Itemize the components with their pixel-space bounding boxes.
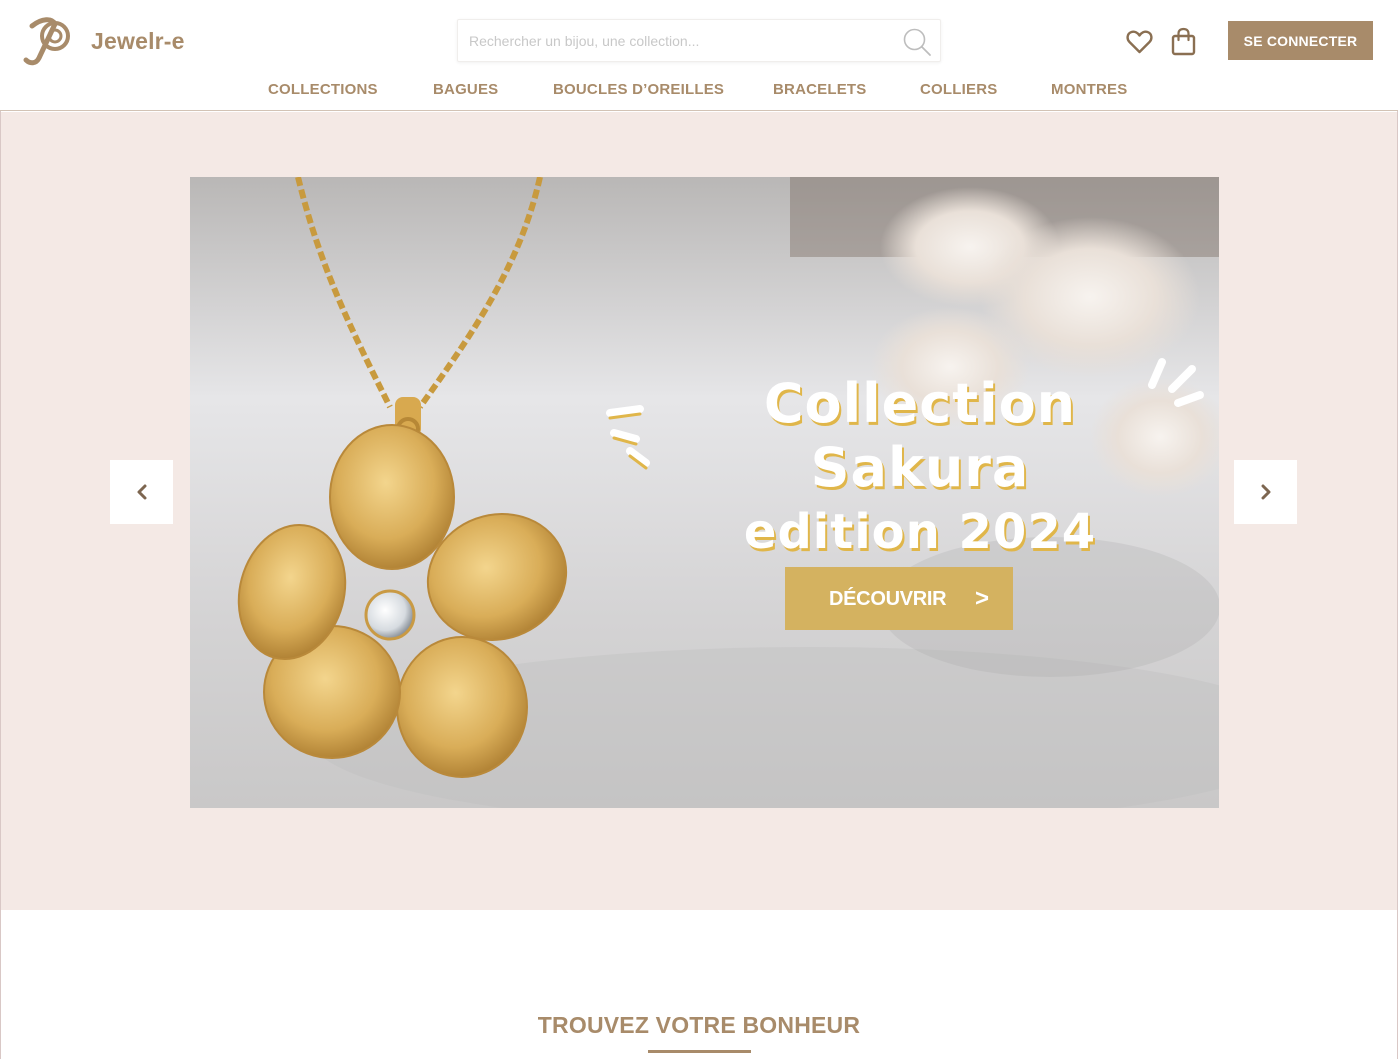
nav-item-boucles-doreilles[interactable]: BOUCLES D’OREILLES — [553, 81, 724, 98]
search-icon — [903, 28, 931, 56]
nav-item-collections[interactable]: COLLECTIONS — [268, 81, 378, 98]
discover-arrow-icon: > — [975, 585, 990, 612]
section-title: TROUVEZ VOTRE BONHEUR — [537, 1012, 861, 1038]
search-bar — [457, 19, 941, 62]
search-input[interactable] — [458, 20, 888, 61]
nav-item-montres[interactable]: MONTRES — [1051, 81, 1127, 98]
brand-logo[interactable] — [22, 14, 78, 70]
nav-item-colliers[interactable]: COLLIERS — [920, 81, 997, 98]
nav-item-bracelets[interactable]: BRACELETS — [773, 81, 866, 98]
hero-carousel: Collection Sakura edition 2024 DÉCOUVRIR… — [1, 112, 1397, 910]
carousel-next-button[interactable] — [1234, 460, 1297, 524]
search-button[interactable] — [902, 27, 932, 57]
shopping-bag-icon — [1171, 27, 1196, 56]
hero-title: Collection Sakura edition 2024 — [660, 372, 1180, 564]
carousel-prev-button[interactable] — [110, 460, 173, 524]
chevron-left-icon — [137, 484, 146, 500]
hero-banner: Collection Sakura edition 2024 DÉCOUVRIR… — [190, 177, 1219, 808]
discover-button[interactable]: DÉCOUVRIR > — [785, 567, 1013, 630]
heart-icon — [1126, 30, 1153, 54]
nav-item-bagues[interactable]: BAGUES — [433, 81, 498, 98]
main-nav: COLLECTIONS BAGUES BOUCLES D’OREILLES BR… — [0, 78, 1398, 104]
wishlist-button[interactable] — [1126, 29, 1153, 55]
hero-title-line2: edition 2024 — [743, 504, 1097, 560]
hero-title-line1: Collection Sakura — [763, 372, 1077, 499]
site-header: Jewelr-e SE CONNECTER COLLECTIONS BAGUES… — [0, 0, 1398, 111]
chevron-right-icon — [1261, 484, 1270, 500]
cart-button[interactable] — [1171, 27, 1196, 56]
find-happiness-section: TROUVEZ VOTRE BONHEUR — [1, 910, 1397, 1059]
discover-button-label: DÉCOUVRIR — [829, 588, 947, 610]
login-button[interactable]: SE CONNECTER — [1228, 21, 1373, 60]
brand-name[interactable]: Jewelr-e — [91, 28, 185, 55]
section-title-underline — [648, 1050, 751, 1053]
